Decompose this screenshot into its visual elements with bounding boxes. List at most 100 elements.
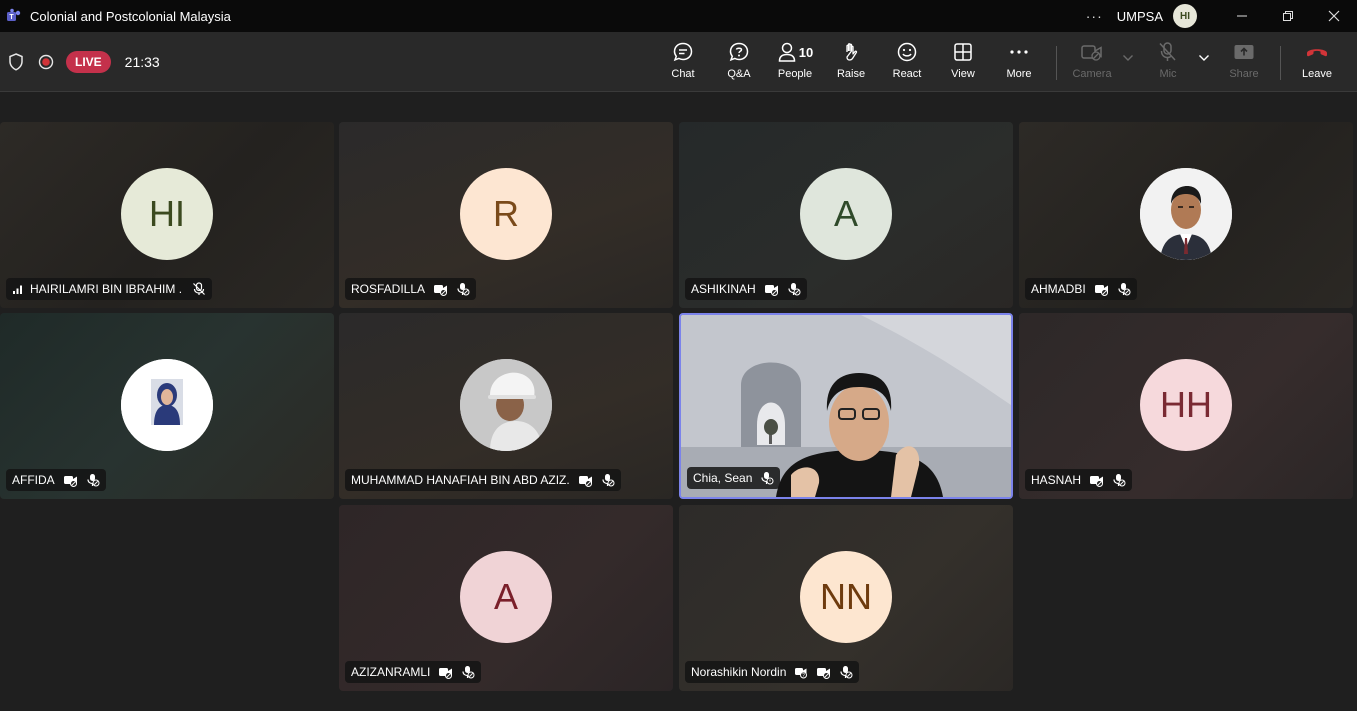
people-count: 10 xyxy=(798,44,814,60)
participant-name: AFFIDA xyxy=(12,473,55,487)
mic-off-icon xyxy=(840,666,853,679)
camera-off-icon xyxy=(817,668,831,679)
qa-button[interactable]: Q&A xyxy=(711,40,767,86)
participant-name: Norashikin Nordin xyxy=(691,665,787,679)
more-button[interactable]: More xyxy=(991,40,1047,86)
mic-icon xyxy=(761,472,774,485)
profile-photo-placeholder xyxy=(460,359,552,451)
view-label: View xyxy=(951,68,975,80)
participant-name: HAIRILAMRI BIN IBRAHIM . xyxy=(30,282,183,296)
people-icon xyxy=(778,42,796,62)
participant-name: MUHAMMAD HANAFIAH BIN ABD AZIZ. xyxy=(351,473,570,487)
camera-options-chevron-icon[interactable] xyxy=(1122,54,1134,62)
camera-off-icon xyxy=(434,285,448,296)
minimize-icon xyxy=(1237,15,1247,17)
leave-label: Leave xyxy=(1302,68,1332,80)
avatar-initials: A xyxy=(833,193,858,234)
participant-name: ROSFADILLA xyxy=(351,282,426,296)
restore-button[interactable] xyxy=(1265,0,1311,32)
qa-label: Q&A xyxy=(727,68,751,80)
participant-tile[interactable]: AHMADBI xyxy=(1019,122,1353,308)
people-button[interactable]: 10 People xyxy=(767,40,823,86)
avatar-initials: HI xyxy=(149,193,185,234)
profile-photo-placeholder xyxy=(1140,168,1232,260)
chat-button[interactable]: Chat xyxy=(655,40,711,86)
camera-off-icon xyxy=(439,668,453,679)
participant-photo xyxy=(1140,168,1232,260)
participant-name: AHMADBI xyxy=(1031,282,1086,296)
hang-up-icon xyxy=(1307,49,1327,57)
mic-off-icon xyxy=(1159,42,1176,61)
avatar-initials: NN xyxy=(820,576,872,617)
camera-label: Camera xyxy=(1072,68,1112,80)
participant-tile[interactable]: A AZIZANRAMLI xyxy=(339,505,673,691)
participant-nametag: MUHAMMAD HANAFIAH BIN ABD AZIZ. xyxy=(345,469,621,491)
mic-off-icon xyxy=(193,282,205,295)
participant-tile[interactable]: R ROSFADILLA xyxy=(339,122,673,308)
participant-avatar: A xyxy=(460,551,552,643)
participant-nametag: HASNAH xyxy=(1025,469,1133,491)
mic-off-icon xyxy=(1113,474,1126,487)
mic-off-icon xyxy=(87,474,100,487)
profile-photo-placeholder xyxy=(121,359,213,451)
toolbar-divider xyxy=(1056,46,1057,80)
teams-app-icon: T xyxy=(7,8,21,21)
participant-avatar: NN xyxy=(800,551,892,643)
profile-avatar[interactable]: HI xyxy=(1173,4,1197,28)
participant-photo xyxy=(460,359,552,451)
participant-nametag: ASHIKINAH xyxy=(685,278,807,300)
participant-avatar: HI xyxy=(121,168,213,260)
participant-photo xyxy=(121,359,213,451)
recording-icon[interactable] xyxy=(38,54,54,70)
raise-hand-button[interactable]: Raise xyxy=(823,40,879,86)
participant-nametag: AHMADBI xyxy=(1025,278,1137,300)
qa-icon xyxy=(729,42,749,62)
avatar-initials: R xyxy=(493,193,519,234)
meeting-toolbar: LIVE 21:33 Chat Q&A 10 People Raise Reac… xyxy=(0,32,1357,92)
participant-tile[interactable]: A ASHIKINAH xyxy=(679,122,1013,308)
participant-tile[interactable]: HI HAIRILAMRI BIN IBRAHIM . xyxy=(0,122,334,308)
leave-button[interactable]: Leave xyxy=(1289,40,1345,86)
chat-icon xyxy=(673,42,693,62)
participant-avatar: A xyxy=(800,168,892,260)
participant-tile-video[interactable]: Chia, Sean xyxy=(679,313,1013,499)
mic-button[interactable]: Mic xyxy=(1140,40,1196,86)
close-icon xyxy=(1328,10,1340,22)
view-button[interactable]: View xyxy=(935,40,991,86)
participant-nametag: HAIRILAMRI BIN IBRAHIM . xyxy=(6,278,213,300)
participant-nametag: Norashikin Nordin ? xyxy=(685,661,860,683)
mic-label: Mic xyxy=(1159,68,1177,80)
participant-tile[interactable]: MUHAMMAD HANAFIAH BIN ABD AZIZ. xyxy=(339,313,673,499)
minimize-button[interactable] xyxy=(1219,0,1265,32)
camera-off-icon xyxy=(1094,285,1108,296)
participant-avatar: HH xyxy=(1140,359,1232,451)
toolbar-divider xyxy=(1280,46,1281,80)
camera-button[interactable]: Camera xyxy=(1064,40,1120,86)
react-button[interactable]: React xyxy=(879,40,935,86)
shield-icon[interactable] xyxy=(8,53,24,71)
grid-view-icon xyxy=(954,43,972,61)
participant-name: HASNAH xyxy=(1031,473,1082,487)
share-button[interactable]: Share xyxy=(1216,40,1272,86)
close-button[interactable] xyxy=(1311,0,1357,32)
mic-off-icon xyxy=(1118,283,1131,296)
camera-off-icon xyxy=(63,476,77,487)
signal-strength-icon xyxy=(13,285,22,294)
camera-off-icon xyxy=(578,476,592,487)
participant-nametag: AZIZANRAMLI xyxy=(345,661,482,683)
mic-off-icon xyxy=(602,474,615,487)
mic-off-icon xyxy=(788,283,801,296)
window-title: Colonial and Postcolonial Malaysia xyxy=(30,8,231,24)
org-name[interactable]: UMPSA xyxy=(1117,9,1163,24)
participant-avatar: R xyxy=(460,168,552,260)
camera-off-icon xyxy=(1081,45,1102,61)
participant-tile[interactable]: AFFIDA xyxy=(0,313,334,499)
participant-tile[interactable]: HH HASNAH xyxy=(1019,313,1353,499)
react-label: React xyxy=(892,68,922,80)
mic-options-chevron-icon[interactable] xyxy=(1198,54,1210,62)
more-options-button[interactable]: ··· xyxy=(1086,8,1103,24)
participant-tile[interactable]: NN Norashikin Nordin ? xyxy=(679,505,1013,691)
camera-off-icon xyxy=(1090,476,1104,487)
participant-name: Chia, Sean xyxy=(693,471,753,485)
avatar-initials: A xyxy=(493,576,518,617)
